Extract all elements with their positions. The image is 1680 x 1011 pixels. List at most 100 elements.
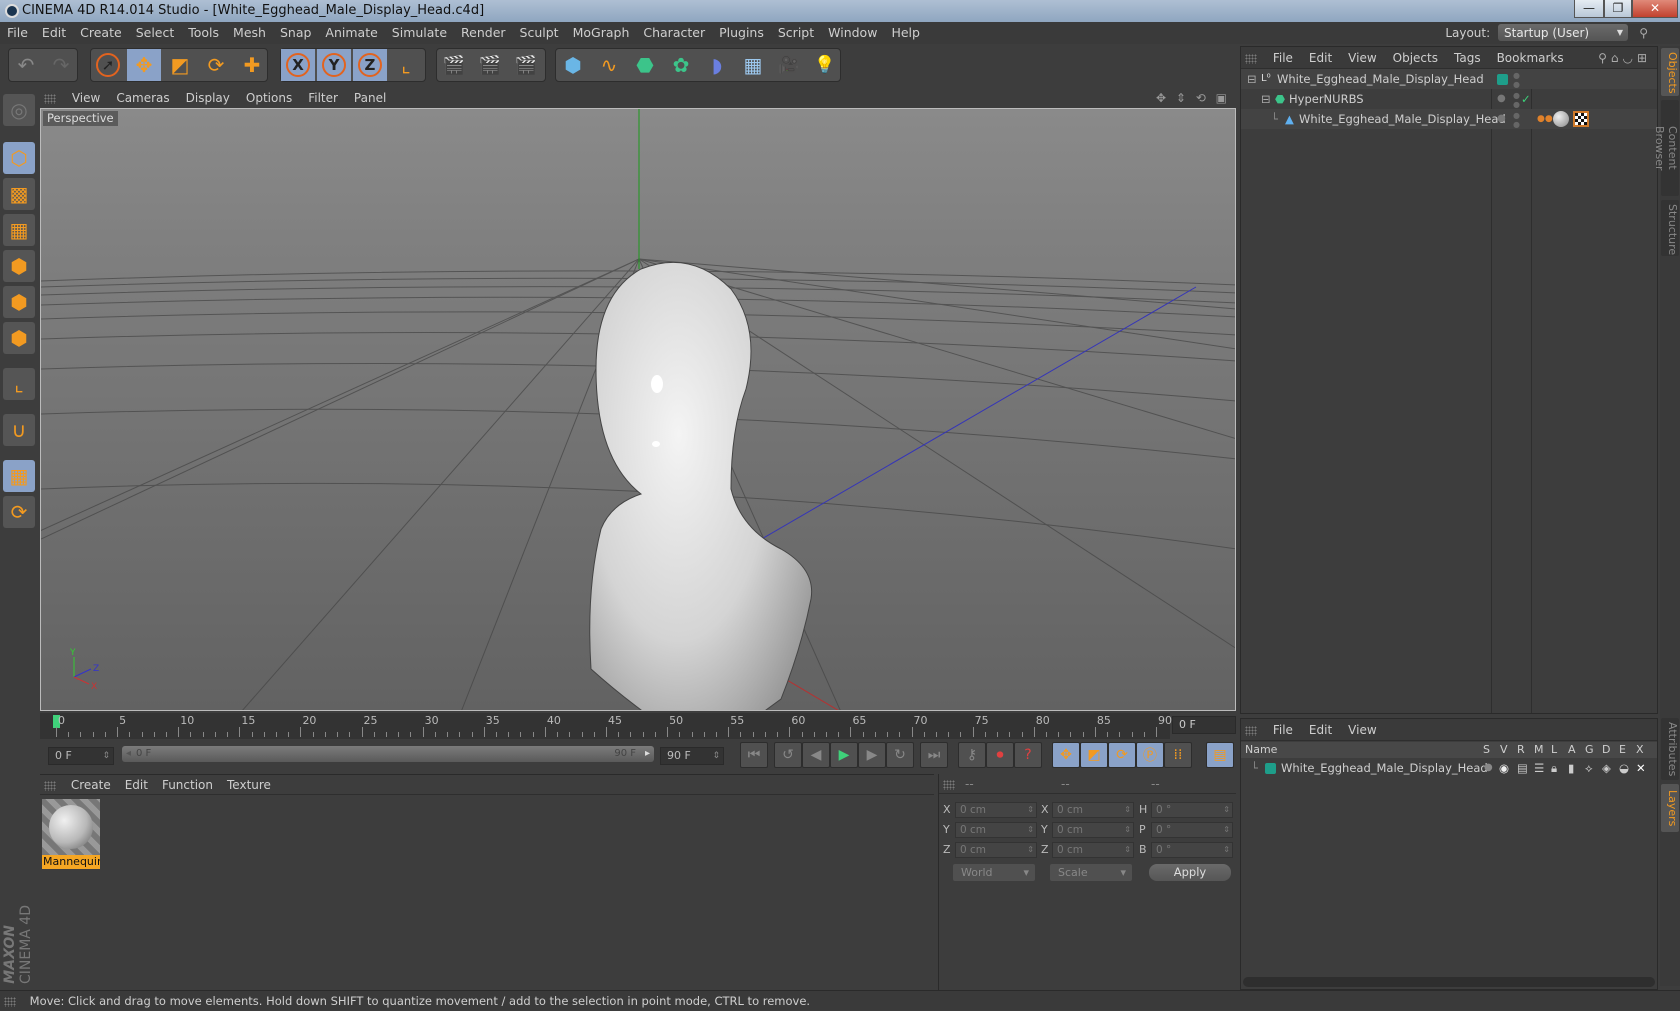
viewport-menu-filter[interactable]: Filter bbox=[300, 88, 346, 108]
object-row[interactable]: ⊟ ⬣ HyperNURBS ● ● ● ✓ bbox=[1241, 89, 1657, 109]
menu-plugins[interactable]: Plugins bbox=[712, 22, 771, 44]
render-clapper-icon[interactable]: ▤ bbox=[1517, 759, 1528, 777]
texture-mode-button[interactable]: ▩ bbox=[3, 178, 35, 210]
uvw-tag-icon[interactable] bbox=[1573, 111, 1589, 127]
col-r[interactable]: R bbox=[1517, 742, 1525, 758]
add-floor-button[interactable]: ▦ bbox=[736, 49, 770, 81]
pos-x-field[interactable]: 0 cm bbox=[955, 802, 1037, 818]
tab-content-browser[interactable]: Content Browser bbox=[1653, 100, 1679, 196]
restore-button[interactable]: ❐ bbox=[1604, 0, 1632, 18]
layer-dot[interactable]: ● bbox=[1497, 109, 1506, 129]
rot-b-field[interactable]: 0 ° bbox=[1151, 842, 1233, 858]
tab-layers[interactable]: Layers bbox=[1661, 784, 1679, 832]
object-menu-objects[interactable]: Objects bbox=[1385, 47, 1446, 69]
key-position-button[interactable]: ✥ bbox=[1052, 742, 1080, 768]
coordinate-mode-dropdown[interactable]: World bbox=[953, 864, 1035, 881]
workplane-lock-button[interactable]: ▦ bbox=[3, 460, 35, 492]
material-menu-edit[interactable]: Edit bbox=[118, 775, 155, 795]
object-menu-file[interactable]: File bbox=[1265, 47, 1301, 69]
manager-icon[interactable]: ☰ bbox=[1534, 759, 1544, 777]
menu-help[interactable]: Help bbox=[884, 22, 927, 44]
timeline-ruler[interactable]: 0 5 10 15 20 25 30 35 40 45 50 55 60 65 70 75 80 85 90 bbox=[40, 713, 1172, 739]
viewport-menu-options[interactable]: Options bbox=[238, 88, 300, 108]
model-mode-button[interactable]: ⬡ bbox=[3, 142, 35, 174]
edges-mode-button[interactable]: ⬢ bbox=[3, 286, 35, 318]
panel-grip[interactable] bbox=[1245, 53, 1257, 64]
panel-grip[interactable] bbox=[943, 779, 955, 790]
material-menu-create[interactable]: Create bbox=[64, 775, 118, 795]
rot-p-field[interactable]: 0 ° bbox=[1151, 822, 1233, 838]
size-mode-dropdown[interactable]: Scale bbox=[1050, 864, 1132, 881]
menu-mesh[interactable]: Mesh bbox=[226, 22, 273, 44]
viewport-menu-panel[interactable]: Panel bbox=[346, 88, 394, 108]
autokeying-button[interactable]: ⏺ bbox=[986, 742, 1014, 768]
preview-range-slider[interactable]: ◂ 0 F 90 F ▸ bbox=[122, 746, 654, 762]
prev-frame-button[interactable]: ◀ bbox=[802, 742, 830, 768]
last-tool[interactable]: ✚ bbox=[235, 49, 269, 81]
menu-select[interactable]: Select bbox=[129, 22, 182, 44]
material-item[interactable]: Mannequin bbox=[42, 799, 100, 871]
make-editable-button[interactable]: ◎ bbox=[3, 94, 35, 126]
close-button[interactable]: ✕ bbox=[1632, 0, 1678, 18]
y-axis-lock[interactable]: Y bbox=[317, 49, 351, 81]
tab-objects[interactable]: Objects bbox=[1661, 48, 1679, 96]
tab-attributes[interactable]: Attributes bbox=[1661, 718, 1679, 780]
apply-button[interactable]: Apply bbox=[1149, 864, 1231, 881]
layer-menu-view[interactable]: View bbox=[1340, 719, 1384, 741]
move-tool[interactable]: ✥ bbox=[127, 49, 161, 81]
col-d[interactable]: D bbox=[1602, 742, 1610, 758]
start-frame-field[interactable]: 0 F bbox=[48, 747, 114, 765]
timeline-window-button[interactable]: ▤ bbox=[1206, 742, 1234, 768]
enabled-check-icon[interactable]: ✓ bbox=[1521, 89, 1531, 109]
horizontal-scrollbar[interactable] bbox=[1243, 977, 1655, 987]
play-button[interactable]: ▶ bbox=[830, 742, 858, 768]
size-y-field[interactable]: 0 cm bbox=[1052, 822, 1134, 838]
menu-animate[interactable]: Animate bbox=[318, 22, 384, 44]
tab-structure[interactable]: Structure bbox=[1661, 200, 1679, 256]
x-axis-lock[interactable]: X bbox=[281, 49, 315, 81]
viewport-nav-icons[interactable]: ✥ ⇕ ⟲ ▣ bbox=[1156, 88, 1230, 108]
next-keyframe-button[interactable]: ↻ bbox=[886, 742, 914, 768]
live-selection-tool[interactable]: ➚ bbox=[91, 49, 125, 81]
menu-mograph[interactable]: MoGraph bbox=[566, 22, 637, 44]
menu-edit[interactable]: Edit bbox=[35, 22, 73, 44]
menu-sculpt[interactable]: Sculpt bbox=[513, 22, 566, 44]
key-rotation-button[interactable]: ⟳ bbox=[1108, 742, 1136, 768]
col-name[interactable]: Name bbox=[1245, 742, 1277, 758]
col-e[interactable]: E bbox=[1619, 742, 1626, 758]
layer-color-swatch[interactable] bbox=[1265, 763, 1276, 774]
panel-grip[interactable] bbox=[44, 780, 56, 791]
add-array-button[interactable]: ✿ bbox=[664, 49, 698, 81]
search-icon[interactable]: ⚲ bbox=[1639, 24, 1648, 42]
range-right-arrow[interactable]: ▸ bbox=[645, 746, 650, 762]
points-mode-button[interactable]: ⬢ bbox=[3, 250, 35, 282]
pos-z-field[interactable]: 0 cm bbox=[955, 842, 1037, 858]
col-a[interactable]: A bbox=[1568, 742, 1576, 758]
menu-script[interactable]: Script bbox=[771, 22, 821, 44]
layer-dot[interactable]: ● bbox=[1497, 89, 1506, 109]
key-point-level-button[interactable]: ⁞⁞ bbox=[1164, 742, 1192, 768]
material-menu-texture[interactable]: Texture bbox=[220, 775, 278, 795]
visibility-dots[interactable]: ● ● bbox=[1513, 111, 1520, 129]
col-m[interactable]: M bbox=[1534, 742, 1544, 758]
keyframe-selection-button[interactable]: ? bbox=[1014, 742, 1042, 768]
collapse-icon[interactable]: ⊟ bbox=[1261, 89, 1271, 109]
add-light-button[interactable]: 💡 bbox=[808, 49, 842, 81]
minimize-button[interactable]: — bbox=[1574, 0, 1604, 18]
phong-tag-icon[interactable]: ●● bbox=[1537, 109, 1553, 129]
layer-menu-edit[interactable]: Edit bbox=[1301, 719, 1340, 741]
range-left-arrow[interactable]: ◂ bbox=[126, 746, 131, 762]
prev-keyframe-button[interactable]: ↺ bbox=[774, 742, 802, 768]
visibility-dots[interactable]: ● ● bbox=[1513, 71, 1520, 89]
panel-grip[interactable] bbox=[1245, 725, 1257, 736]
material-tag-icon[interactable] bbox=[1553, 111, 1569, 127]
add-cube-button[interactable]: ⬢ bbox=[556, 49, 590, 81]
menu-snap[interactable]: Snap bbox=[273, 22, 318, 44]
viewport-perspective[interactable]: Y ZX Perspective bbox=[40, 108, 1236, 711]
visibility-dots[interactable]: ● ● bbox=[1513, 91, 1520, 109]
menu-simulate[interactable]: Simulate bbox=[385, 22, 454, 44]
add-camera-button[interactable]: 🎥 bbox=[772, 49, 806, 81]
collapse-icon[interactable]: ⊟ bbox=[1247, 69, 1257, 89]
go-to-start-button[interactable]: ⏮ bbox=[740, 742, 768, 768]
object-menu-edit[interactable]: Edit bbox=[1301, 47, 1340, 69]
